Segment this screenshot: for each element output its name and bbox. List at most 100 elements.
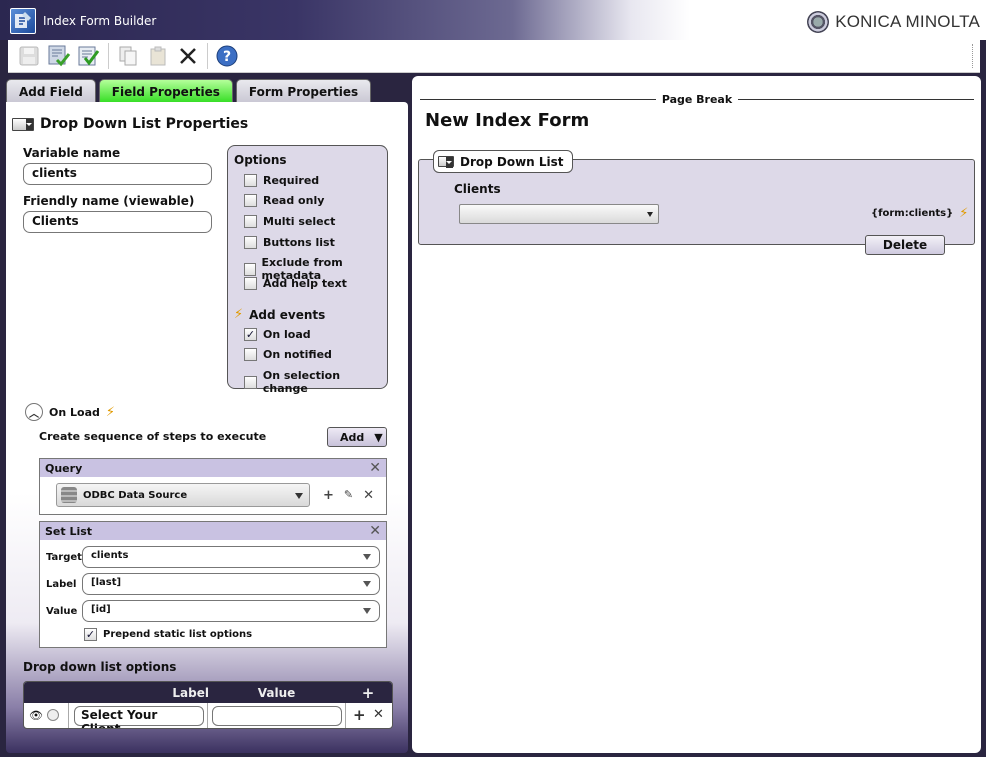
dropdown-list-icon (12, 117, 34, 131)
add-option-icon[interactable]: + (344, 684, 392, 702)
divider (345, 703, 346, 728)
set-list-step: Set List ✕ Target clients Label [last] V… (39, 521, 387, 648)
value-select[interactable]: [id] (82, 600, 380, 622)
remove-source-icon[interactable]: ✕ (363, 488, 374, 503)
edit-source-icon[interactable]: ✎ (344, 488, 353, 503)
delete-icon[interactable] (173, 41, 203, 71)
option-label-input[interactable]: Select Your Client (74, 706, 204, 728)
collapse-chevron-icon[interactable]: ︿ (25, 403, 43, 421)
col-label: Label (172, 685, 209, 700)
option-label: Add help text (263, 277, 347, 290)
data-source-select[interactable]: ODBC Data Source (56, 483, 310, 507)
add-source-icon[interactable]: + (323, 488, 334, 503)
value-value: [id] (91, 604, 111, 615)
option-add-help-text[interactable]: Add help text (244, 277, 347, 290)
read-only-checkbox[interactable] (244, 194, 257, 207)
data-source-value: ODBC Data Source (83, 489, 188, 501)
options-box: Options Required Read only Multi select … (227, 145, 388, 395)
dropdown-arrow-icon (647, 212, 653, 220)
help-icon[interactable]: ? (212, 41, 242, 71)
col-value: Value (257, 685, 296, 700)
clients-dropdown[interactable] (459, 204, 659, 224)
brand-name: KONICA MINOLTA (835, 12, 980, 31)
eye-icon[interactable]: 👁 (29, 709, 43, 722)
option-multi-select[interactable]: Multi select (244, 215, 335, 228)
option-label: Read only (263, 194, 325, 207)
field-label: Clients (454, 182, 501, 196)
value-field-label: Value (46, 606, 78, 617)
target-select[interactable]: clients (82, 546, 380, 568)
query-step-title: Query (45, 461, 83, 475)
toolbar: ? (8, 40, 980, 73)
paste-icon[interactable] (143, 41, 173, 71)
table-header: Label Value + (24, 682, 392, 703)
target-value: clients (91, 550, 129, 561)
page-break: Page Break (420, 92, 974, 106)
save-and-check-icon[interactable] (44, 41, 74, 71)
database-icon (61, 487, 77, 503)
table-row: 👁 Select Your Client + ✕ (24, 703, 392, 728)
delete-field-button[interactable]: Delete (865, 235, 945, 255)
event-on-notified[interactable]: On notified (244, 348, 332, 361)
friendly-name-input[interactable]: Clients (23, 211, 212, 233)
toolbar-grip[interactable] (972, 44, 978, 68)
dropdown-list-icon (438, 156, 454, 168)
dropdown-options-table: Label Value + 👁 Select Your Client + ✕ (23, 681, 393, 729)
on-load-title: On Load (49, 405, 100, 419)
event-on-selection-change[interactable]: On selection change (244, 369, 387, 395)
tab-field-properties[interactable]: Field Properties (98, 79, 233, 103)
on-selection-change-checkbox[interactable] (244, 375, 257, 389)
field-type-label: Drop Down List (460, 154, 564, 169)
on-notified-checkbox[interactable] (244, 348, 257, 361)
dropdown-options-title: Drop down list options (23, 660, 177, 674)
prepend-checkbox[interactable]: ✓ (84, 628, 97, 641)
option-label: Required (263, 174, 320, 187)
add-row-icon[interactable]: + (353, 706, 366, 724)
validate-icon[interactable] (74, 41, 104, 71)
friendly-name-label: Friendly name (viewable) (23, 194, 195, 208)
option-value-input[interactable] (212, 706, 342, 726)
remove-set-list-step-icon[interactable]: ✕ (369, 523, 381, 539)
page-break-line (420, 98, 656, 100)
tab-form-properties[interactable]: Form Properties (235, 79, 372, 103)
title-bar: Index Form Builder KONICA MINOLTA (0, 0, 986, 40)
prepend-static-option[interactable]: ✓ Prepend static list options (84, 628, 252, 641)
option-label: On selection change (262, 369, 341, 395)
copy-icon[interactable] (113, 41, 143, 71)
add-step-button[interactable]: Add ▼ (327, 427, 387, 447)
add-help-text-checkbox[interactable] (244, 277, 257, 290)
tab-add-field[interactable]: Add Field (6, 79, 96, 103)
svg-text:?: ? (223, 49, 231, 65)
set-list-step-title: Set List (45, 524, 93, 538)
buttons-list-checkbox[interactable] (244, 236, 257, 249)
form-canvas: Page Break New Index Form Drop Down List… (412, 76, 981, 753)
on-load-checkbox[interactable]: ✓ (244, 328, 257, 341)
label-select[interactable]: [last] (82, 573, 380, 595)
form-title: New Index Form (425, 110, 590, 131)
label-value: [last] (91, 577, 122, 588)
field-type-tag: Drop Down List (433, 150, 573, 173)
dropdown-arrow-icon (363, 554, 371, 564)
option-read-only[interactable]: Read only (244, 194, 324, 207)
option-label: On notified (263, 348, 332, 361)
property-tabs: Add Field Field Properties Form Properti… (6, 79, 372, 103)
query-step: Query ✕ ODBC Data Source + ✎ ✕ (39, 458, 387, 515)
required-checkbox[interactable] (244, 174, 257, 187)
dropdown-arrow-icon (363, 581, 371, 591)
label-field-label: Label (46, 579, 77, 590)
dropdown-arrow-icon (295, 493, 303, 503)
variable-name-input[interactable]: clients (23, 163, 212, 185)
remove-row-icon[interactable]: ✕ (373, 707, 384, 722)
default-radio[interactable] (47, 709, 59, 721)
event-on-load[interactable]: ✓ On load (244, 328, 311, 341)
remove-query-step-icon[interactable]: ✕ (369, 460, 381, 476)
window-title: Index Form Builder (43, 14, 157, 28)
option-buttons-list[interactable]: Buttons list (244, 236, 335, 249)
add-events-label: Add events (249, 307, 326, 322)
query-step-header: Query ✕ (40, 459, 386, 477)
exclude-metadata-checkbox[interactable] (244, 262, 256, 276)
save-icon[interactable] (14, 41, 44, 71)
multi-select-checkbox[interactable] (244, 215, 257, 228)
option-required[interactable]: Required (244, 174, 319, 187)
brand: KONICA MINOLTA (807, 11, 980, 33)
